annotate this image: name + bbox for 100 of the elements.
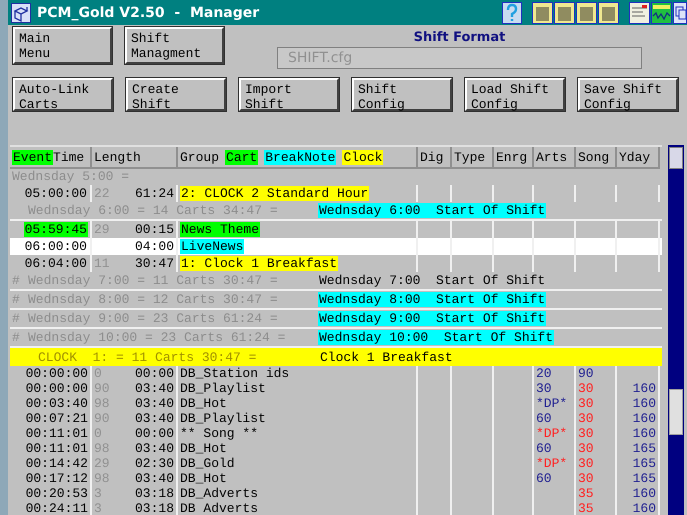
app-icon[interactable]	[11, 2, 31, 22]
song-cell: 30	[578, 456, 594, 471]
arts-cell: *DP*	[536, 456, 568, 471]
column-header[interactable]: Type	[452, 147, 494, 169]
length-cell: 03:18	[134, 501, 174, 515]
header-text: Yday	[619, 150, 650, 164]
time-cell: 00:00:00	[26, 381, 88, 396]
yday-cell: 165	[632, 471, 656, 486]
grid-icon[interactable]	[598, 2, 619, 24]
header-text: Arts	[536, 150, 568, 164]
yday-cell: 160	[632, 411, 656, 426]
nav-button[interactable]: Shift Managment	[125, 27, 224, 64]
column-header[interactable]: Length	[92, 147, 178, 169]
scrollbar[interactable]	[668, 145, 684, 515]
column-header[interactable]: Dig	[418, 147, 452, 169]
column-header[interactable]: Enrg	[494, 147, 534, 169]
hash-mark: #	[12, 273, 20, 288]
time-cell: 00:17:12	[26, 471, 88, 486]
group-cell: ** Song **	[180, 426, 258, 441]
group-cell: DB_Playlist	[180, 411, 266, 426]
waveform-icon[interactable]	[651, 2, 672, 24]
column-header[interactable]: Song	[576, 147, 617, 169]
time-cell: 06:04:00	[24, 256, 88, 271]
time-cell: 00:20:53	[26, 486, 88, 501]
grid-icon[interactable]	[554, 2, 575, 24]
event-row[interactable]: 06:00:00 04:00 LiveNews	[10, 238, 662, 255]
time-cell: 00:00:00	[26, 366, 88, 381]
header-text: Time	[53, 150, 84, 164]
action-button[interactable]: Auto-Link Carts	[13, 78, 113, 111]
grid-icon[interactable]	[532, 2, 553, 24]
time-cell: 00:14:42	[26, 456, 88, 471]
column-header[interactable]: Arts	[534, 147, 576, 169]
scroll-button[interactable]	[669, 147, 683, 169]
group-cell: 2: CLOCK 2 Standard Hour	[180, 186, 370, 201]
group-cell: DB_Gold	[180, 456, 235, 471]
time-cell: 00:11:01	[26, 441, 88, 456]
legend-tag: Event	[12, 150, 54, 164]
arts-cell: 60	[536, 411, 552, 426]
hash-mark: #	[12, 311, 20, 326]
yday-cell: 160	[632, 396, 656, 411]
time-cell: 00:07:21	[26, 411, 88, 426]
song-cell: 30	[578, 426, 594, 441]
group-cell: News Theme	[180, 222, 260, 237]
clock-row[interactable]: CLOCK 1: = 11 Carts 30:47 = Clock 1 Breakfast	[10, 348, 662, 366]
nav-button[interactable]: Main Menu	[13, 27, 112, 64]
yday-cell: 160	[632, 501, 656, 515]
header-text: Group	[180, 150, 220, 164]
hash-mark: #	[12, 292, 20, 307]
hash-mark: #	[12, 330, 20, 345]
help-icon[interactable]	[502, 2, 522, 24]
song-cell: 30	[578, 396, 594, 411]
shift-label: Wednsday 10:00 Start Of Shift	[318, 330, 554, 345]
group-cell: DB_Hot	[180, 396, 227, 411]
header-text: Dig	[420, 150, 444, 164]
length-cell: 00:00	[134, 426, 174, 441]
action-button[interactable]: Shift Config	[352, 78, 452, 111]
format-label: Shift Format	[414, 30, 506, 45]
action-button[interactable]: Create Shift	[126, 78, 226, 111]
yday-cell: 160	[632, 426, 656, 441]
group-cell: DB_Adverts	[180, 486, 258, 501]
song-cell: 30	[578, 441, 594, 456]
time-cell: 00:24:11	[26, 501, 88, 515]
action-button[interactable]: Import Shift	[239, 78, 339, 111]
action-button[interactable]: Load Shift Config	[465, 78, 565, 111]
shift-label: Wednsday 8:00 Start Of Shift	[318, 292, 546, 307]
legend-tag: BreakNote	[264, 150, 336, 164]
group-cell: DB_Playlist	[180, 381, 266, 396]
shift-label: Wednsday 7:00 Start Of Shift	[318, 273, 546, 288]
song-cell: 30	[578, 471, 594, 486]
time-cell: 00:03:40	[26, 396, 88, 411]
length-cell: 03:40	[134, 396, 174, 411]
length-cell: 03:40	[134, 411, 174, 426]
header-text: Type	[454, 150, 486, 164]
group-cell: DB_Hot	[180, 441, 227, 456]
column-header[interactable]: EventTime	[10, 147, 92, 169]
grid-icon[interactable]	[576, 2, 597, 24]
yday-cell: 160	[632, 486, 656, 501]
length-cell: 04:00	[134, 238, 174, 255]
shift-label: Wednsday 9:00 Start Of Shift	[318, 311, 546, 326]
length-cell: 00:15	[134, 221, 174, 238]
group-cell: DB_Station ids	[180, 366, 290, 381]
list-icon[interactable]	[629, 2, 650, 24]
column-header[interactable]: Group Cart BreakNote Clock	[178, 147, 418, 169]
legend-tag: Clock	[342, 150, 384, 164]
length-cell: 61:24	[134, 185, 174, 202]
window-title: PCM_Gold V2.50 - Manager	[37, 4, 260, 20]
song-cell: 30	[578, 381, 594, 396]
arts-cell: 60	[536, 471, 552, 486]
column-header[interactable]: Yday	[617, 147, 660, 169]
length-cell: 02:30	[134, 456, 174, 471]
yday-cell: 160	[632, 381, 656, 396]
time-cell: 00:11:01	[26, 426, 88, 441]
time-cell: 05:00:00	[24, 186, 88, 201]
length-cell: 03:40	[134, 471, 174, 486]
song-cell: 30	[578, 411, 594, 426]
song-cell: 35	[578, 501, 594, 515]
group-cell: 1: Clock 1 Breakfast	[180, 256, 338, 271]
scroll-thumb[interactable]	[669, 389, 683, 435]
copy-icon[interactable]	[673, 2, 687, 24]
action-button[interactable]: Save Shift Config	[578, 78, 678, 111]
